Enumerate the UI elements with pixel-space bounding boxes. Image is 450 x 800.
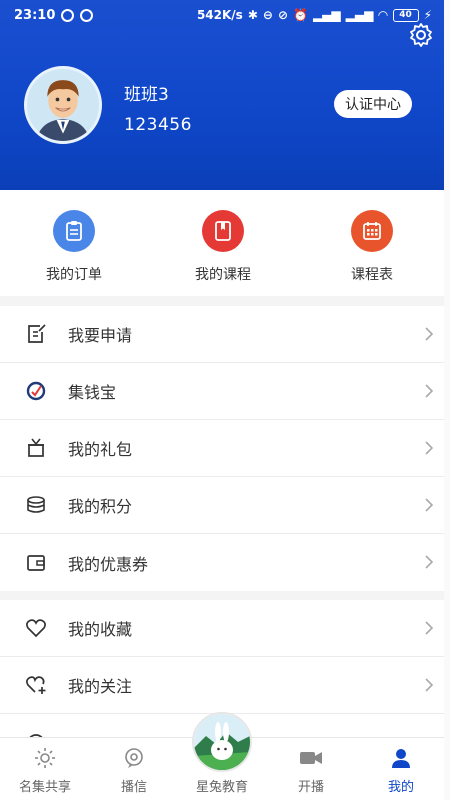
person-icon bbox=[356, 746, 446, 770]
battery-icon: 40 bbox=[392, 8, 419, 22]
vpn-icon: ⊖ bbox=[262, 8, 273, 22]
tab-label: 我的 bbox=[387, 780, 414, 795]
points-icon bbox=[24, 493, 48, 517]
status-bar: 23:10 542K/s ✱ ⊖ ⊘ ⏰ ▂▄▆ ▂▄▆ ◠ 40 ⚡ bbox=[0, 0, 444, 30]
menu-item-label: 我要申请 bbox=[68, 326, 133, 345]
chevron-right-icon bbox=[425, 498, 434, 512]
quick-action-label: 我的订单 bbox=[46, 267, 102, 283]
menu-item-coupon[interactable]: 我的优惠券 bbox=[0, 534, 444, 591]
quick-action-courses[interactable]: 我的课程 bbox=[163, 210, 283, 284]
tab-shared[interactable]: 名集共享 bbox=[0, 746, 90, 795]
chevron-right-icon bbox=[425, 384, 434, 398]
profile-header: 23:10 542K/s ✱ ⊖ ⊘ ⏰ ▂▄▆ ▂▄▆ ◠ 40 ⚡ 班班3 … bbox=[0, 0, 444, 190]
username: 班班3 bbox=[124, 85, 169, 105]
sun-icon bbox=[0, 746, 90, 770]
menu-group-1: 我要申请 集钱宝 我的礼包 我的积分 我的优惠券 bbox=[0, 306, 444, 591]
course-icon bbox=[202, 210, 244, 252]
signal-icon: ▂▄▆ bbox=[312, 8, 341, 22]
bluetooth-icon: ✱ bbox=[247, 8, 258, 22]
tab-go-live[interactable]: 开播 bbox=[266, 746, 356, 795]
auth-center-button[interactable]: 认证中心 bbox=[334, 90, 412, 118]
user-id: 123456 bbox=[124, 115, 192, 135]
menu-item-points[interactable]: 我的积分 bbox=[0, 477, 444, 534]
app-notify-icon-2 bbox=[80, 8, 94, 22]
menu-item-label: 我的关注 bbox=[68, 677, 133, 696]
scroll-edge bbox=[444, 0, 450, 800]
signal-icon-2: ▂▄▆ bbox=[345, 8, 374, 22]
menu-item-favorites[interactable]: 我的收藏 bbox=[0, 600, 444, 657]
quick-action-orders[interactable]: 我的订单 bbox=[14, 210, 134, 284]
follow-icon bbox=[24, 673, 48, 697]
avatar-illustration bbox=[27, 69, 99, 141]
network-speed: 542K/s bbox=[196, 8, 243, 22]
gift-icon bbox=[24, 436, 48, 460]
tab-label: 星兔教育 bbox=[195, 780, 248, 795]
quick-action-schedule[interactable]: 课程表 bbox=[312, 210, 432, 284]
chevron-right-icon bbox=[425, 555, 434, 569]
broadcast-icon bbox=[89, 746, 179, 770]
rabbit-logo-illustration bbox=[194, 714, 250, 770]
menu-item-label: 我的礼包 bbox=[68, 440, 133, 459]
chevron-right-icon bbox=[425, 678, 434, 692]
avatar[interactable] bbox=[24, 66, 102, 144]
tab-label: 播信 bbox=[120, 780, 147, 795]
chevron-right-icon bbox=[425, 327, 434, 341]
menu-item-label: 我的收藏 bbox=[68, 620, 133, 639]
apply-icon bbox=[24, 322, 48, 346]
mute-icon: ⊘ bbox=[277, 8, 288, 22]
menu-item-label: 我的积分 bbox=[68, 497, 133, 516]
wallet-icon bbox=[24, 379, 48, 403]
menu-item-follow[interactable]: 我的关注 bbox=[0, 657, 444, 714]
menu-item-apply[interactable]: 我要申请 bbox=[0, 306, 444, 363]
calendar-icon bbox=[351, 210, 393, 252]
app-notify-icon bbox=[61, 8, 75, 22]
chevron-right-icon bbox=[425, 441, 434, 455]
chevron-right-icon bbox=[425, 621, 434, 635]
menu-item-gift[interactable]: 我的礼包 bbox=[0, 420, 444, 477]
status-time: 23:10 bbox=[14, 7, 56, 23]
quick-action-label: 我的课程 bbox=[195, 267, 251, 283]
menu-item-wallet[interactable]: 集钱宝 bbox=[0, 363, 444, 420]
charging-icon: ⚡ bbox=[423, 8, 432, 22]
quick-actions: 我的订单 我的课程 课程表 bbox=[0, 190, 444, 296]
camera-icon bbox=[266, 746, 356, 770]
alarm-icon: ⏰ bbox=[293, 8, 308, 22]
heart-icon bbox=[24, 616, 48, 640]
order-icon bbox=[53, 210, 95, 252]
quick-action-label: 课程表 bbox=[351, 267, 393, 283]
tab-broadcast[interactable]: 播信 bbox=[89, 746, 179, 795]
menu-item-label: 集钱宝 bbox=[68, 383, 117, 402]
wifi-icon: ◠ bbox=[378, 8, 388, 22]
coupon-icon bbox=[24, 551, 48, 575]
tab-label: 开播 bbox=[297, 780, 324, 795]
rabbit-logo[interactable] bbox=[192, 712, 252, 772]
tab-label: 名集共享 bbox=[18, 780, 71, 795]
menu-item-label: 我的优惠券 bbox=[68, 554, 149, 574]
tab-mine[interactable]: 我的 bbox=[356, 746, 446, 795]
settings-gear-icon[interactable] bbox=[408, 22, 434, 48]
